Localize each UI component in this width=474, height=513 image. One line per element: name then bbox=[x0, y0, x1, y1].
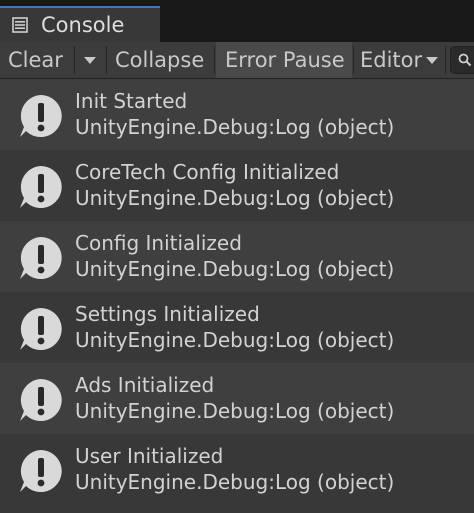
log-message: Ads Initialized bbox=[75, 373, 215, 397]
tab-console[interactable]: Console bbox=[0, 6, 160, 42]
log-source: UnityEngine.Debug:Log (object) bbox=[75, 186, 395, 210]
log-entry[interactable]: Settings Initialized UnityEngine.Debug:L… bbox=[0, 292, 474, 363]
info-icon bbox=[20, 166, 62, 208]
info-icon bbox=[20, 450, 62, 492]
log-source: UnityEngine.Debug:Log (object) bbox=[75, 399, 395, 423]
console-list-icon bbox=[12, 17, 28, 33]
error-pause-toggle[interactable]: Error Pause bbox=[216, 42, 352, 78]
log-message: CoreTech Config Initialized bbox=[75, 160, 340, 184]
search-input[interactable] bbox=[450, 46, 474, 74]
info-icon bbox=[20, 95, 62, 137]
editor-target-dropdown[interactable]: Editor bbox=[360, 42, 422, 78]
chevron-down-icon bbox=[84, 57, 96, 64]
log-entry[interactable]: Ads Initialized UnityEngine.Debug:Log (o… bbox=[0, 363, 474, 434]
log-message: User Initialized bbox=[75, 444, 224, 468]
tab-strip: Console bbox=[0, 0, 474, 42]
toolbar-separator bbox=[214, 46, 215, 74]
search-icon bbox=[458, 53, 472, 67]
info-icon bbox=[20, 237, 62, 279]
clear-button[interactable]: Clear bbox=[8, 42, 63, 78]
info-icon bbox=[20, 379, 62, 421]
toolbar-separator bbox=[74, 46, 75, 74]
log-source: UnityEngine.Debug:Log (object) bbox=[75, 328, 395, 352]
info-icon bbox=[20, 308, 62, 350]
log-entry[interactable]: User Initialized UnityEngine.Debug:Log (… bbox=[0, 434, 474, 505]
console-window: Console Clear Collapse Error Pause Edito… bbox=[0, 0, 474, 513]
console-toolbar: Clear Collapse Error Pause Editor bbox=[0, 42, 474, 79]
log-source: UnityEngine.Debug:Log (object) bbox=[75, 115, 395, 139]
log-entry[interactable]: Init Started UnityEngine.Debug:Log (obje… bbox=[0, 79, 474, 150]
log-message: Init Started bbox=[75, 89, 188, 113]
tab-title: Console bbox=[41, 13, 125, 37]
log-entry[interactable]: CoreTech Config Initialized UnityEngine.… bbox=[0, 150, 474, 221]
log-source: UnityEngine.Debug:Log (object) bbox=[75, 470, 395, 494]
clear-options-dropdown[interactable] bbox=[78, 42, 104, 78]
chevron-down-icon bbox=[426, 57, 438, 64]
log-source: UnityEngine.Debug:Log (object) bbox=[75, 257, 395, 281]
collapse-toggle[interactable]: Collapse bbox=[115, 42, 204, 78]
log-list: Init Started UnityEngine.Debug:Log (obje… bbox=[0, 79, 474, 513]
toolbar-separator bbox=[353, 46, 354, 74]
toolbar-separator bbox=[445, 46, 446, 74]
log-message: Settings Initialized bbox=[75, 302, 260, 326]
log-message: Config Initialized bbox=[75, 231, 242, 255]
toolbar-separator bbox=[106, 46, 107, 74]
log-entry[interactable]: Config Initialized UnityEngine.Debug:Log… bbox=[0, 221, 474, 292]
